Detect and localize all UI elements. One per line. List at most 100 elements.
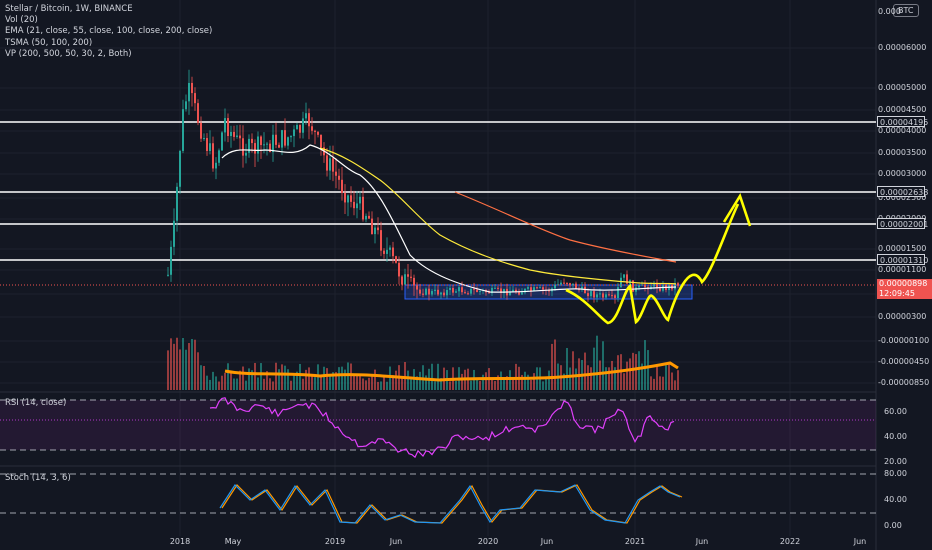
volume-bar — [404, 362, 406, 390]
volume-bar — [359, 376, 361, 390]
volume-bar — [242, 366, 244, 390]
candle-body — [362, 196, 364, 220]
stoch-title[interactable]: Stoch (14, 3, 6) — [5, 473, 71, 483]
rsi-band — [0, 400, 876, 450]
rsi-label-40: 40.00 — [884, 432, 907, 441]
volume-bar — [677, 370, 679, 390]
volume-bar — [590, 367, 592, 390]
candle-body — [215, 162, 217, 169]
volume-bar — [503, 378, 505, 390]
candle-body — [338, 175, 340, 180]
candle-body — [377, 227, 379, 231]
volume-bar — [323, 366, 325, 390]
x-axis-label: Jun — [853, 537, 867, 546]
volume-bar — [311, 375, 313, 390]
legend-vp[interactable]: VP (200, 500, 50, 30, 2, Both) — [5, 49, 212, 60]
volume-bar — [182, 337, 184, 390]
legend-ema[interactable]: EMA (21, close, 55, close, 100, close, 2… — [5, 26, 212, 37]
candle-body — [287, 137, 289, 146]
volume-bar — [572, 351, 574, 390]
volume-bar — [302, 378, 304, 390]
volume-bar — [326, 368, 328, 390]
price-axis-label: 0.00006000 — [878, 43, 927, 52]
candle-body — [293, 129, 295, 137]
stoch-d-line — [221, 484, 683, 524]
candle-body — [476, 289, 478, 293]
volume-bar — [431, 363, 433, 390]
candle-body — [473, 288, 475, 290]
volume-bar — [344, 369, 346, 390]
candle-body — [410, 276, 412, 278]
candle-body — [341, 179, 343, 193]
volume-bar — [533, 373, 535, 390]
symbol-title[interactable]: Stellar / Bitcoin, 1W, BINANCE — [5, 4, 212, 15]
x-axis-label: 2020 — [477, 537, 499, 546]
volume-bar — [554, 339, 556, 390]
volume-bar — [638, 351, 640, 390]
candle-body — [527, 287, 529, 289]
volume-bar — [566, 348, 568, 390]
candle-body — [263, 144, 265, 146]
candle-body — [431, 291, 433, 295]
candle-body — [614, 295, 616, 298]
volume-bar — [254, 362, 256, 390]
volume-bar — [278, 369, 280, 390]
volume-bar — [281, 364, 283, 390]
volume-bar — [665, 365, 667, 390]
chart-canvas[interactable] — [0, 0, 932, 550]
grid — [0, 0, 876, 536]
candle-body — [350, 195, 352, 202]
horizontal-levels[interactable] — [0, 121, 876, 261]
candle-body — [194, 93, 196, 104]
volume-bar — [626, 361, 628, 390]
candle-body — [443, 292, 445, 296]
candle-body — [275, 134, 277, 145]
volume-bar — [380, 381, 382, 390]
volume-bar — [482, 374, 484, 390]
candle-body — [563, 282, 565, 284]
candle-body — [425, 288, 427, 295]
drawn-path[interactable] — [565, 203, 740, 325]
volume-bar — [341, 366, 343, 390]
candle-body — [611, 295, 613, 297]
candle-body — [257, 136, 259, 154]
volume-bar — [269, 378, 271, 390]
rsi-title[interactable]: RSI (14, close) — [5, 398, 66, 408]
volume-bar — [185, 349, 187, 390]
stoch-label-0: 0.00 — [884, 521, 902, 530]
candle-body — [407, 274, 409, 277]
volume-bar — [194, 339, 196, 390]
legend-vol[interactable]: Vol (20) — [5, 15, 212, 26]
price-axis-label: 0.00003000 — [878, 169, 927, 178]
legend-tsma[interactable]: TSMA (50, 100, 200) — [5, 38, 212, 49]
candle-body — [434, 289, 436, 292]
candle-body — [251, 138, 253, 144]
candle-body — [374, 227, 376, 235]
x-axis-label: Jun — [540, 537, 554, 546]
volume-bar — [461, 373, 463, 390]
volume-bar — [368, 377, 370, 390]
volume-bar — [383, 376, 385, 390]
price-axis-label: 0.00004500 — [878, 105, 927, 114]
candle-body — [536, 287, 538, 289]
volume-bar — [191, 339, 193, 390]
volume-bar — [287, 369, 289, 390]
candle-body — [380, 230, 382, 251]
volume-bar — [611, 360, 613, 390]
stoch-k-line — [219, 484, 681, 524]
volume-bar — [299, 363, 301, 390]
drawn-arrow-head[interactable] — [722, 192, 752, 227]
candle-body — [296, 125, 298, 130]
volume-bar — [248, 368, 250, 390]
volume-bar — [257, 377, 259, 390]
candle-body — [605, 294, 607, 298]
volume-bar — [569, 367, 571, 390]
candle-body — [188, 82, 190, 102]
volume-bar — [470, 380, 472, 390]
volume-bar — [176, 337, 178, 390]
candle-body — [623, 274, 625, 278]
price-axis-label: -0.00000450 — [878, 357, 930, 366]
volume-bar — [602, 341, 604, 390]
candle-body — [224, 118, 226, 133]
volume-bar — [593, 347, 595, 390]
